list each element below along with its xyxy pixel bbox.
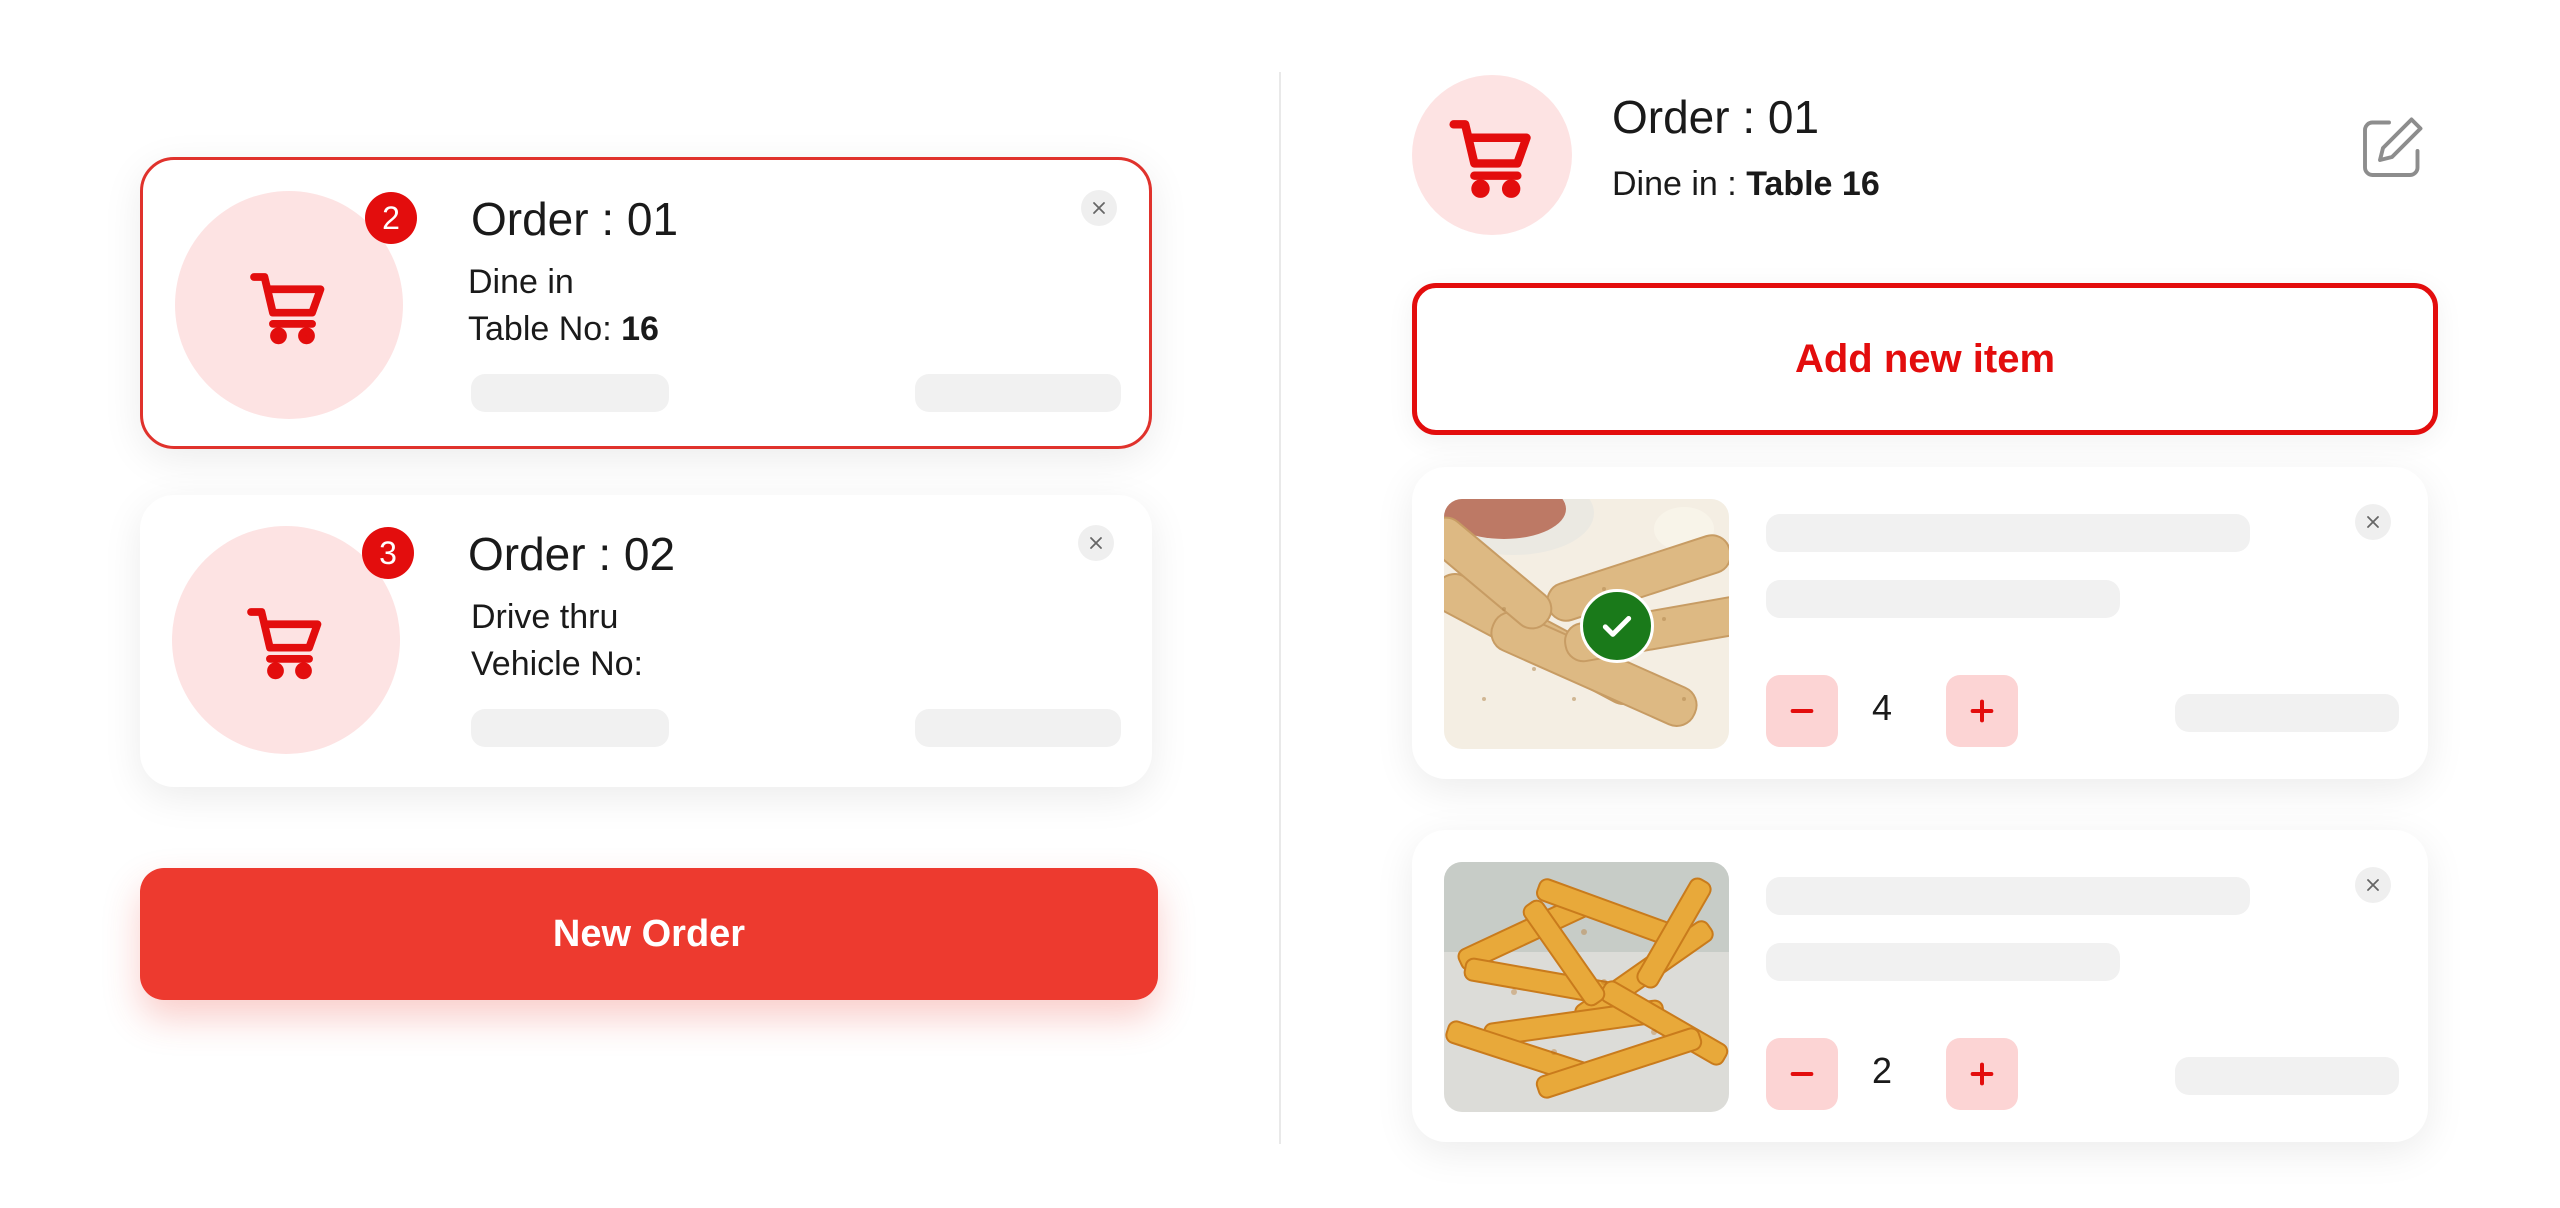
minus-icon — [1790, 1072, 1814, 1076]
placeholder-bar — [2175, 694, 2399, 732]
order-type: Drive thru — [471, 598, 619, 636]
order-title: Order : 02 — [468, 528, 676, 580]
order-detail-location: Dine in : Table 16 — [1612, 165, 1880, 204]
location-label: Dine in : — [1612, 165, 1747, 203]
order-detail-title: Order : 01 — [1612, 91, 1820, 143]
cart-icon — [250, 273, 325, 345]
cart-icon — [1449, 120, 1531, 198]
close-icon — [1093, 202, 1105, 214]
placeholder-bar — [1766, 514, 2250, 552]
quantity-value: 4 — [1871, 687, 1893, 728]
location-label: Vehicle No: — [471, 645, 643, 683]
increase-quantity-button[interactable] — [1946, 675, 2018, 747]
order-location: Vehicle No: — [471, 645, 643, 684]
remove-item-button[interactable] — [2355, 504, 2391, 540]
french-fries-image — [1444, 862, 1729, 1112]
decrease-quantity-button[interactable] — [1766, 1038, 1838, 1110]
order-avatar — [1412, 75, 1572, 235]
close-icon — [2367, 516, 2379, 528]
close-icon — [2367, 879, 2379, 891]
remove-order-button[interactable] — [1081, 190, 1117, 226]
placeholder-bar — [915, 374, 1121, 412]
placeholder-bar — [1766, 580, 2120, 618]
plus-icon — [1970, 1062, 1994, 1086]
quantity-value: 2 — [1871, 1050, 1893, 1091]
order-item-card: 2 — [1412, 830, 2428, 1142]
location-value: 16 — [621, 310, 659, 348]
order-title: Order : 01 — [471, 193, 679, 245]
order-location: Table No: 16 — [468, 310, 659, 349]
panel-divider — [1279, 72, 1281, 1144]
placeholder-bar — [471, 374, 669, 412]
new-order-button[interactable]: New Order — [140, 868, 1158, 1000]
placeholder-bar — [471, 709, 669, 747]
close-icon — [1090, 537, 1102, 549]
location-label: Table No: — [468, 310, 622, 348]
remove-order-button[interactable] — [1078, 525, 1114, 561]
placeholder-bar — [1766, 877, 2250, 915]
cart-icon — [247, 608, 322, 680]
minus-icon — [1790, 709, 1814, 713]
plus-icon — [1970, 699, 1994, 723]
order-card-02[interactable]: 3 Order : 02 Drive thru Vehicle No: — [140, 495, 1152, 787]
selected-check-icon — [1580, 589, 1654, 663]
edit-icon[interactable] — [2356, 112, 2428, 184]
decrease-quantity-button[interactable] — [1766, 675, 1838, 747]
placeholder-bar — [2175, 1057, 2399, 1095]
item-count-badge: 2 — [365, 192, 417, 244]
placeholder-bar — [1766, 943, 2120, 981]
remove-item-button[interactable] — [2355, 867, 2391, 903]
item-count-badge: 3 — [362, 527, 414, 579]
increase-quantity-button[interactable] — [1946, 1038, 2018, 1110]
order-card-01[interactable]: 2 Order : 01 Dine in Table No: 16 — [140, 157, 1152, 449]
placeholder-bar — [915, 709, 1121, 747]
add-new-item-button[interactable]: Add new item — [1412, 283, 2438, 435]
mozzarella-sticks-image — [1444, 499, 1729, 749]
location-value: Table 16 — [1746, 165, 1880, 203]
order-type: Dine in — [468, 263, 574, 301]
order-item-card: 4 — [1412, 467, 2428, 779]
